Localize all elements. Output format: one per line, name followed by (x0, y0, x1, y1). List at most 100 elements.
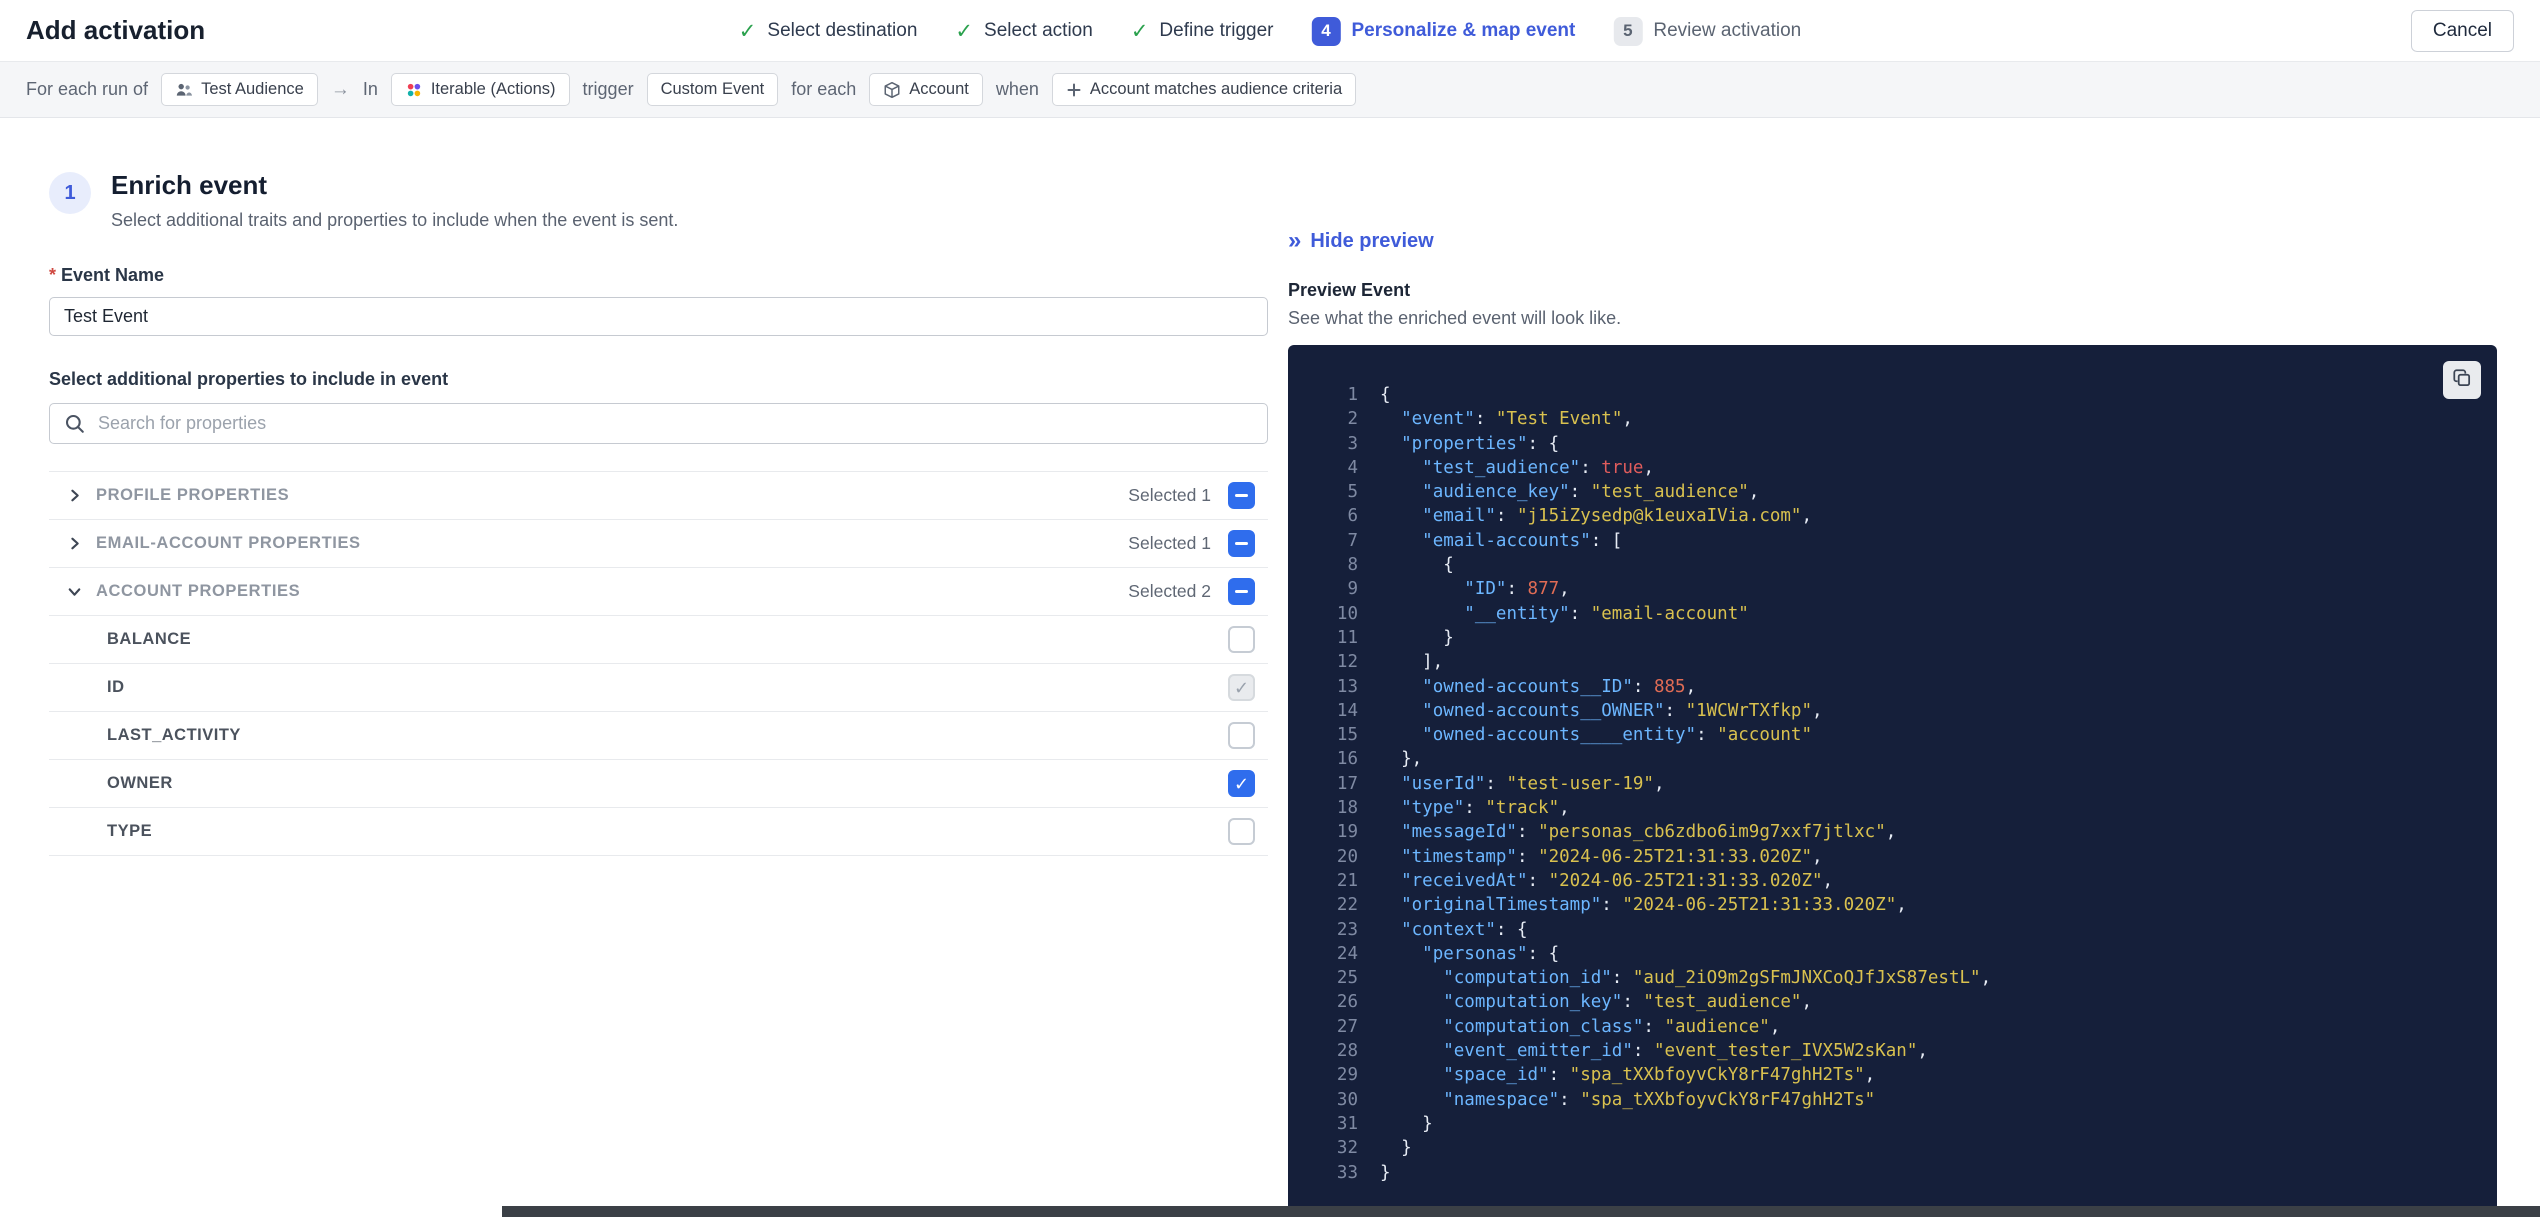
step-label: Select action (984, 20, 1093, 41)
code-text: "email-accounts": [ (1422, 530, 1623, 551)
copy-button[interactable] (2443, 361, 2481, 399)
code-text: } (1380, 1162, 1391, 1183)
code-line: 6 "email": "j15iZysedp@k1euxaIVia.com", (1312, 504, 2473, 528)
line-number: 32 (1336, 1138, 1358, 1159)
event-name-input[interactable] (49, 297, 1268, 336)
step-personalize-map-event[interactable]: 4 Personalize & map event (1311, 16, 1575, 46)
line-number: 11 (1336, 627, 1358, 648)
plus-icon (1066, 82, 1082, 98)
page-title: Add activation (26, 15, 206, 45)
line-number: 26 (1336, 992, 1358, 1013)
checkbox-account-properties[interactable] (1228, 578, 1255, 605)
required-asterisk: * (49, 265, 57, 285)
line-number: 20 (1336, 846, 1358, 867)
line-number: 21 (1336, 870, 1358, 891)
chip-account-matches-audience-criteria[interactable]: Account matches audience criteria (1051, 73, 1357, 106)
line-number: 10 (1336, 603, 1358, 624)
code-text: "receivedAt": "2024-06-25T21:31:33.020Z"… (1401, 870, 1834, 891)
line-number: 4 (1347, 457, 1358, 478)
section-profile-properties[interactable]: PROFILE PROPERTIES Selected 1 (49, 472, 1268, 520)
chip-custom-event[interactable]: Custom Event (646, 73, 779, 106)
property-row-last-activity[interactable]: LAST_ACTIVITY (49, 712, 1268, 760)
selected-count: Selected 1 (1128, 485, 1211, 505)
code-line: 18 "type": "track", (1312, 796, 2473, 820)
checkbox-last-activity[interactable] (1228, 722, 1255, 749)
checkbox-type[interactable] (1228, 818, 1255, 845)
code-line: 15 "owned-accounts____entity": "account" (1312, 723, 2473, 747)
checkbox-balance[interactable] (1228, 626, 1255, 653)
step-label: Select destination (767, 20, 918, 41)
chip-account[interactable]: Account (869, 73, 983, 106)
property-row-id[interactable]: ID (49, 664, 1268, 712)
search-icon (63, 412, 86, 435)
chip-test-audience[interactable]: Test Audience (161, 73, 318, 106)
property-label: BALANCE (107, 630, 192, 648)
code-text: { (1380, 555, 1454, 576)
step-select-action[interactable]: ✓ Select action (955, 19, 1092, 44)
chip-label: Account matches audience criteria (1089, 80, 1343, 98)
selected-count: Selected 2 (1128, 581, 1211, 601)
step-number: 5 (1613, 16, 1643, 46)
checkbox-owner[interactable] (1228, 770, 1255, 797)
line-number: 9 (1347, 579, 1358, 600)
code-text: "personas": { (1422, 943, 1560, 964)
line-number: 29 (1336, 1065, 1358, 1086)
code-text: "audience_key": "test_audience", (1422, 482, 1760, 503)
code-text: "type": "track", (1401, 798, 1570, 819)
line-number: 7 (1347, 530, 1358, 551)
code-line: 12 ], (1312, 650, 2473, 674)
line-number: 5 (1347, 482, 1358, 503)
step-review-activation[interactable]: 5 Review activation (1613, 16, 1801, 46)
code-line: 2 "event": "Test Event", (1312, 407, 2473, 431)
code-line: 20 "timestamp": "2024-06-25T21:31:33.020… (1312, 845, 2473, 869)
checkbox-profile-properties[interactable] (1228, 482, 1255, 509)
code-line: 3 "properties": { (1312, 432, 2473, 456)
code-text: "computation_key": "test_audience", (1443, 992, 1813, 1013)
enrich-header: 1 Enrich event Select additional traits … (49, 170, 1268, 231)
code-line: 9 "ID": 877, (1312, 577, 2473, 601)
code-text: "namespace": "spa_tXXbfoyvCkY8rF47ghH2Ts… (1443, 1089, 1876, 1110)
checkbox-email-account-properties[interactable] (1228, 530, 1255, 557)
hide-preview-link[interactable]: » Hide preview (1288, 228, 1434, 253)
code-line: 10 "__entity": "email-account" (1312, 602, 2473, 626)
hide-preview-label: Hide preview (1310, 230, 1434, 252)
code-line: 32 } (1312, 1136, 2473, 1160)
code-line: 23 "context": { (1312, 918, 2473, 942)
step-label: Define trigger (1159, 20, 1274, 41)
property-row-balance[interactable]: BALANCE (49, 616, 1268, 664)
chip-iterable-actions[interactable]: Iterable (Actions) (390, 73, 570, 106)
code-line: 30 "namespace": "spa_tXXbfoyvCkY8rF47ghH… (1312, 1088, 2473, 1112)
code-text: "properties": { (1401, 433, 1560, 454)
property-row-owner[interactable]: OWNER (49, 760, 1268, 808)
property-row-type[interactable]: TYPE (49, 808, 1268, 856)
code-text: "event": "Test Event", (1401, 409, 1633, 430)
chip-label: Account (909, 80, 969, 98)
section-label: EMAIL-ACCOUNT PROPERTIES (96, 534, 361, 552)
check-icon: ✓ (955, 19, 974, 43)
property-label: ID (107, 678, 125, 696)
line-number: 12 (1336, 652, 1358, 673)
code-text: { (1380, 385, 1391, 405)
stepper: ✓ Select destination ✓ Select action ✓ Define… (739, 0, 1801, 62)
line-number: 13 (1336, 676, 1358, 697)
section-account-properties[interactable]: ACCOUNT PROPERTIES Selected 2 (49, 568, 1268, 616)
code-line: 28 "event_emitter_id": "event_tester_IVX… (1312, 1039, 2473, 1063)
code-line: 8 { (1312, 553, 2473, 577)
properties-accordion: PROFILE PROPERTIES Selected 1 EMAIL-ACCOUN… (49, 471, 1268, 856)
code-text: "ID": 877, (1464, 579, 1570, 600)
code-line: 22 "originalTimestamp": "2024-06-25T21:3… (1312, 893, 2473, 917)
checkbox-id[interactable] (1228, 674, 1255, 701)
step-select-destination[interactable]: ✓ Select destination (739, 19, 918, 44)
event-name-label: * Event Name (49, 265, 1268, 286)
step-define-trigger[interactable]: ✓ Define trigger (1131, 19, 1274, 44)
section-email-account-properties[interactable]: EMAIL-ACCOUNT PROPERTIES Selected 1 (49, 520, 1268, 568)
cancel-button[interactable]: Cancel (2410, 9, 2514, 52)
code-line: 14 "owned-accounts__OWNER": "1WCWrTXfkp"… (1312, 699, 2473, 723)
trigger-text: when (995, 79, 1039, 99)
chip-label: Iterable (Actions) (430, 80, 556, 98)
search-input[interactable] (96, 412, 1254, 435)
code-line: 13 "owned-accounts__ID": 885, (1312, 675, 2473, 699)
enrich-subtitle: Select additional traits and properties … (111, 210, 679, 230)
chevron-right-icon (66, 487, 96, 504)
property-label: TYPE (107, 822, 153, 840)
